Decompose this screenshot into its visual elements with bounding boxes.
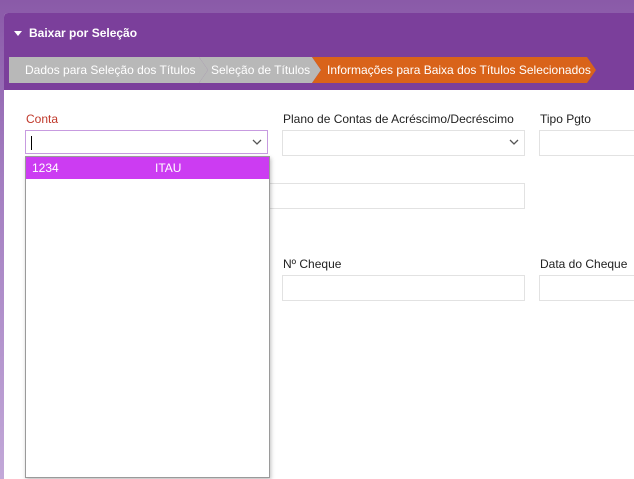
step-informacoes-baixa[interactable]: Informações para Baixa dos Títulos Selec… bbox=[312, 57, 596, 83]
plano-contas-select[interactable] bbox=[282, 130, 525, 156]
option-code: 1234 bbox=[32, 161, 59, 175]
conta-label: Conta bbox=[26, 112, 59, 126]
chevron-down-icon[interactable] bbox=[252, 137, 262, 147]
panel-header[interactable]: Baixar por Seleção bbox=[4, 13, 634, 52]
panel-title: Baixar por Seleção bbox=[29, 25, 138, 40]
conta-select[interactable] bbox=[25, 130, 268, 154]
numero-cheque-input[interactable] bbox=[282, 275, 525, 301]
tipo-pgto-label: Tipo Pgto bbox=[540, 112, 591, 126]
tipo-pgto-select[interactable] bbox=[539, 130, 634, 156]
step-dados-selecao[interactable]: Dados para Seleção dos Títulos bbox=[9, 57, 208, 83]
chevron-down-icon[interactable] bbox=[509, 137, 519, 147]
text-cursor bbox=[31, 136, 32, 150]
data-cheque-input[interactable] bbox=[539, 275, 634, 301]
conta-dropdown-list[interactable]: 1234 ITAU bbox=[25, 156, 270, 478]
wizard-steps: Dados para Seleção dos Títulos Seleção d… bbox=[4, 52, 634, 90]
dropdown-option[interactable]: 1234 ITAU bbox=[26, 157, 269, 179]
option-name: ITAU bbox=[155, 161, 182, 175]
step-selecao-titulos[interactable]: Seleção de Títulos bbox=[199, 57, 321, 83]
numero-cheque-label: Nº Cheque bbox=[283, 257, 342, 271]
unlabeled-input[interactable] bbox=[268, 183, 525, 209]
collapse-caret-icon[interactable] bbox=[14, 30, 22, 36]
data-cheque-label: Data do Cheque bbox=[540, 257, 628, 271]
plano-contas-label: Plano de Contas de Acréscimo/Decréscimo bbox=[283, 112, 514, 126]
